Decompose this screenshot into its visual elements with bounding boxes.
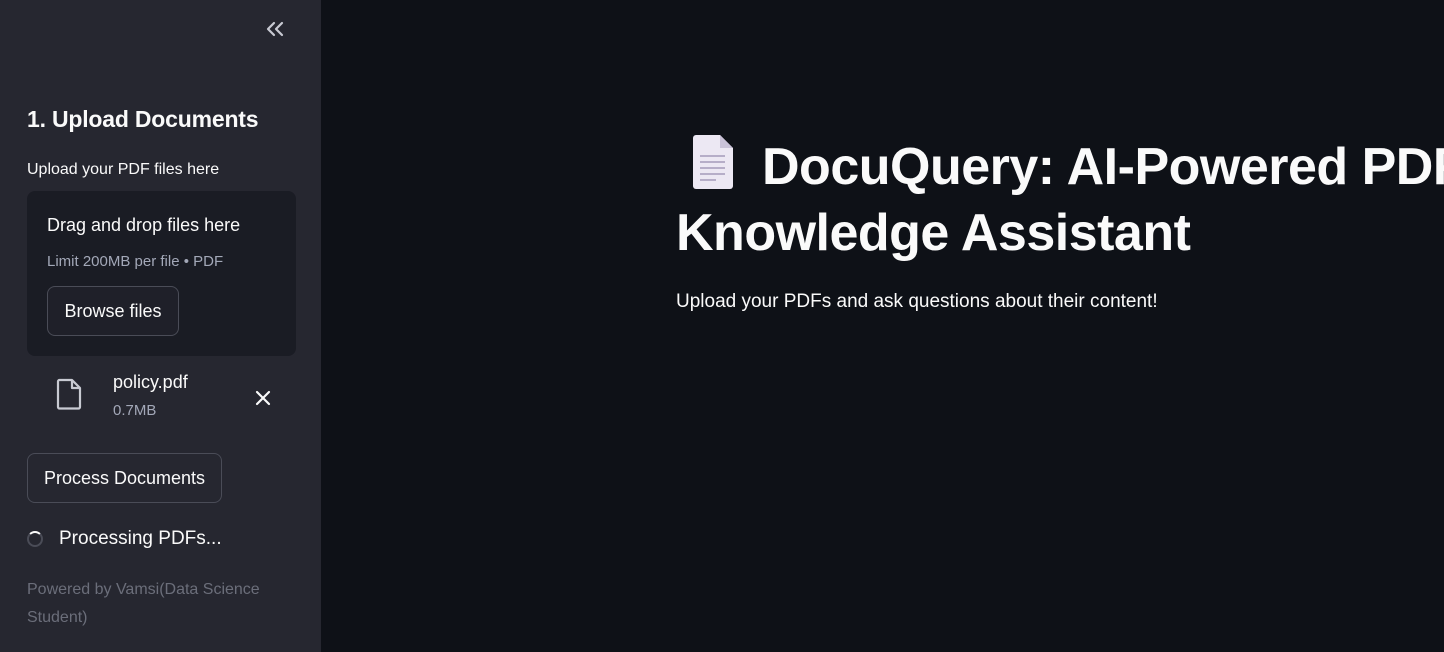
file-name: policy.pdf <box>113 372 188 392</box>
file-size: 0.7MB <box>113 402 157 419</box>
dropzone-title: Drag and drop files here <box>47 215 241 235</box>
footer-note: Powered by Vamsi(Data Science Student) <box>27 581 260 626</box>
remove-file-button[interactable] <box>249 384 277 412</box>
file-icon <box>56 378 82 410</box>
page-title-text: DocuQuery: AI-Powered PDF Knowledge Assi… <box>676 138 1444 262</box>
file-dropzone[interactable]: Drag and drop files here Limit 200MB per… <box>27 191 296 356</box>
processing-status: Processing PDFs... <box>27 526 222 552</box>
page-subtitle: Upload your PDFs and ask questions about… <box>676 291 1158 312</box>
app: 1. Upload Documents Upload your PDF file… <box>0 0 1444 652</box>
page-title: DocuQuery: AI-Powered PDF Knowledge Assi… <box>676 134 1444 266</box>
sidebar: 1. Upload Documents Upload your PDF file… <box>0 0 321 652</box>
upload-label: Upload your PDF files here <box>27 161 220 178</box>
double-chevron-left-icon <box>266 21 284 37</box>
close-icon <box>255 390 271 406</box>
browse-files-button[interactable]: Browse files <box>47 286 179 336</box>
uploaded-file-item: policy.pdf 0.7MB <box>27 368 296 426</box>
document-emoji-icon <box>693 135 733 189</box>
collapse-sidebar-button[interactable] <box>258 14 292 44</box>
section-title: 1. Upload Documents <box>27 106 259 132</box>
status-text: Processing PDFs... <box>59 528 222 549</box>
dropzone-limit: Limit 200MB per file • PDF <box>47 253 224 270</box>
process-documents-button[interactable]: Process Documents <box>27 453 222 503</box>
spinner-icon <box>27 531 43 547</box>
